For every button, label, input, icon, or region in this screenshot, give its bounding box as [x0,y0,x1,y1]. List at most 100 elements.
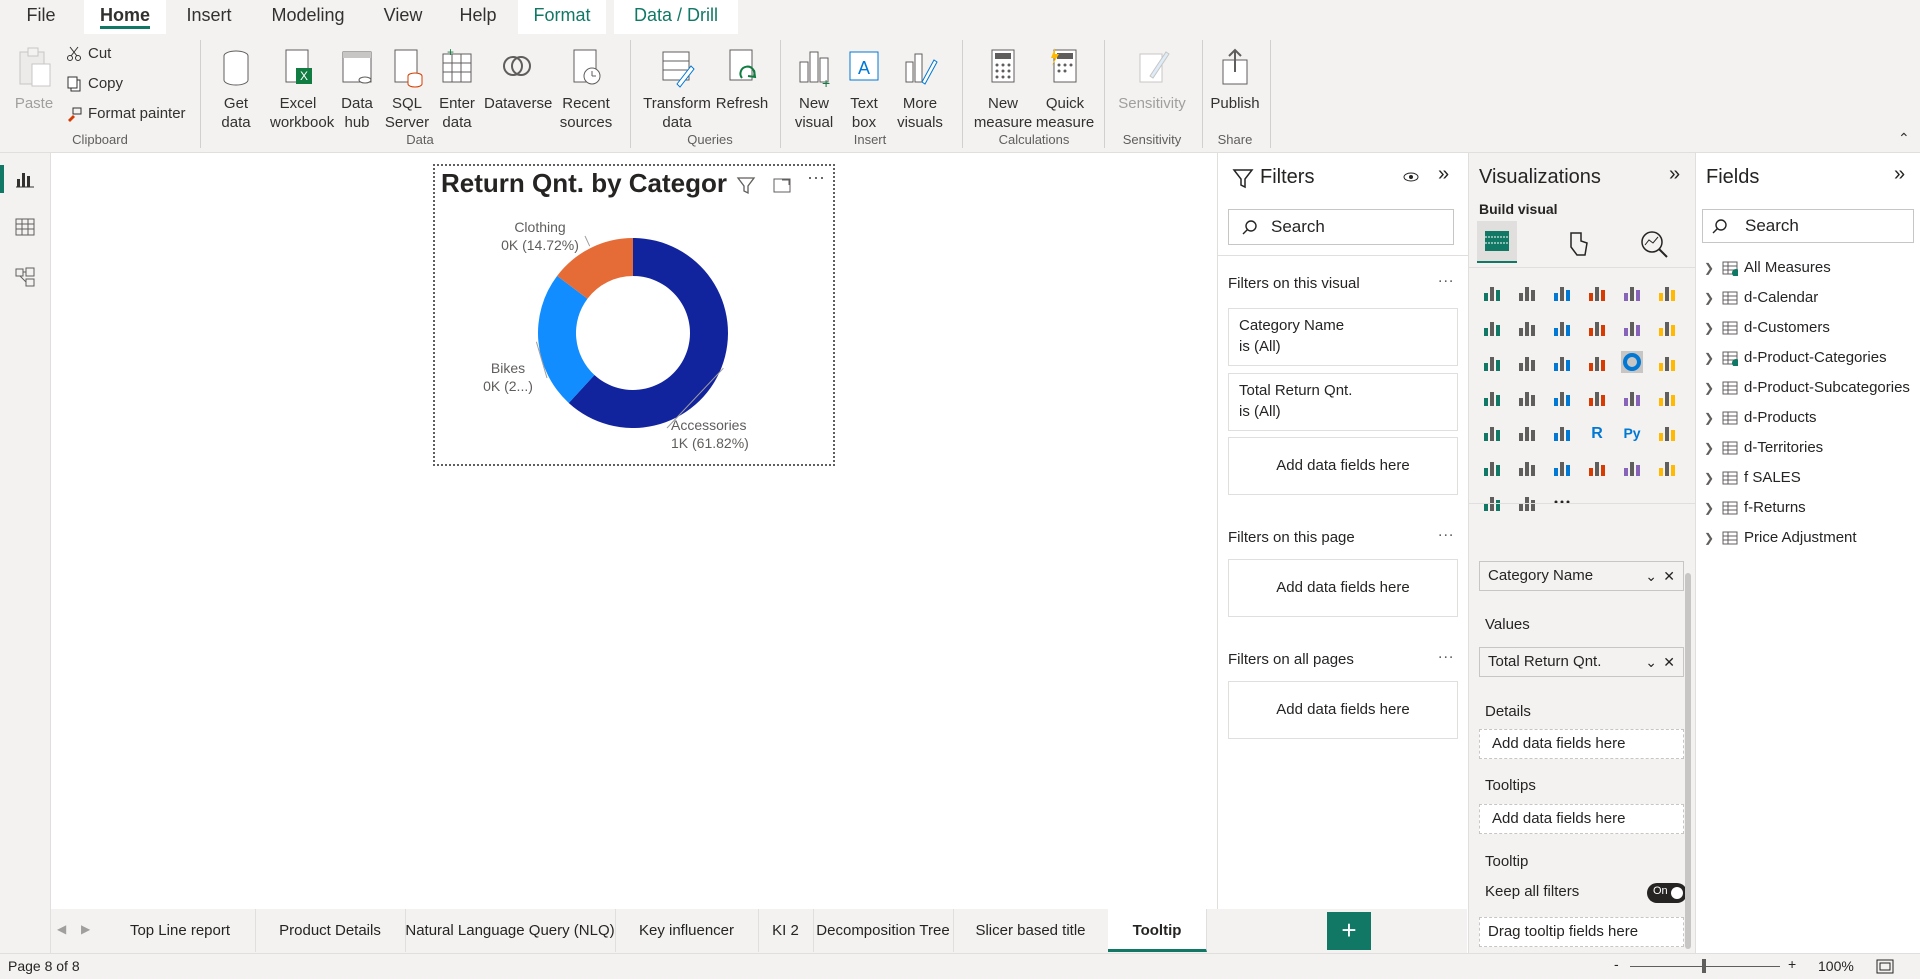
paste-button[interactable]: Paste [12,46,56,113]
donut-chart-visual[interactable]: Return Qnt. by Categor ⋯ Clothing 0K (14… [433,164,835,466]
new-visual-button[interactable]: + New visual [788,46,840,132]
new-measure-button[interactable]: New measure [972,46,1034,132]
menu-tab-help[interactable]: Help [450,0,506,34]
chevron-right-icon[interactable]: ❯ [1704,287,1718,309]
page-tab[interactable]: Top Line report [105,909,256,952]
filter-card-return-qnt[interactable]: Total Return Qnt. is (All) [1228,373,1458,431]
visual-type-icon[interactable] [1516,421,1538,443]
page-tab[interactable]: Key influencer [615,909,759,952]
field-table-item[interactable]: ❯ f SALES [1704,467,1801,489]
collapse-filters-icon[interactable]: » [1438,163,1449,186]
donut-chart-icon[interactable] [1621,351,1643,373]
field-table-item[interactable]: ❯ d-Calendar [1704,287,1818,309]
more-options-icon[interactable]: ... [1438,645,1454,663]
visual-type-icon[interactable] [1516,491,1538,513]
tooltips-field-well[interactable]: Add data fields here [1479,804,1684,834]
visual-type-icon[interactable] [1481,281,1503,303]
visual-type-icon[interactable] [1656,421,1678,443]
visual-type-icon[interactable] [1516,386,1538,408]
visual-type-icon[interactable] [1516,456,1538,478]
dataverse-button[interactable]: Dataverse [484,46,552,113]
visual-type-icon[interactable] [1481,351,1503,373]
close-icon[interactable]: ✕ [1663,562,1675,590]
excel-workbook-button[interactable]: X Excel workbook [270,46,334,132]
collapse-fields-icon[interactable]: » [1894,163,1905,186]
visual-type-icon[interactable] [1621,386,1643,408]
menu-tab-data-drill[interactable]: Data / Drill [614,0,738,34]
visual-type-icon[interactable] [1481,491,1503,513]
filters-search-input[interactable]: Search [1228,209,1454,245]
visual-type-icon[interactable] [1551,351,1573,373]
details-field-well[interactable]: Add data fields here [1479,729,1684,759]
menu-tab-file[interactable]: File [10,0,72,34]
page-tab[interactable]: Slicer based title [953,909,1109,952]
visual-type-icon[interactable] [1586,456,1608,478]
menu-tab-view[interactable]: View [368,0,438,34]
publish-button[interactable]: Publish [1208,46,1262,113]
sql-server-button[interactable]: SQL Server [384,46,430,132]
visual-type-icon[interactable] [1621,456,1643,478]
chevron-right-icon[interactable]: ❯ [1704,467,1718,489]
enter-data-button[interactable]: + Enter data [434,46,480,132]
visual-type-icon[interactable] [1621,281,1643,303]
zoom-out-button[interactable]: - [1614,956,1619,972]
visual-type-icon[interactable] [1551,386,1573,408]
visual-type-icon[interactable] [1656,316,1678,338]
chevron-right-icon[interactable]: ❯ [1704,497,1718,519]
eye-icon[interactable] [1402,169,1420,185]
sensitivity-button[interactable]: Sensitivity [1112,46,1192,113]
visual-type-icon[interactable] [1656,386,1678,408]
add-data-fields-page[interactable]: Add data fields here [1228,559,1458,617]
field-table-item[interactable]: ❯ All Measures [1704,257,1831,279]
visual-type-icon[interactable] [1481,421,1503,443]
build-visual-tab[interactable] [1477,221,1517,263]
visual-type-icon[interactable] [1481,456,1503,478]
menu-tab-insert[interactable]: Insert [172,0,246,34]
fields-search-input[interactable]: Search [1702,209,1914,243]
collapse-viz-icon[interactable]: » [1669,163,1680,186]
page-tab[interactable]: Product Details [255,909,406,952]
visual-type-icon[interactable] [1481,386,1503,408]
zoom-in-button[interactable]: + [1788,956,1796,972]
chevron-down-icon[interactable]: ⌄ [1645,648,1657,676]
menu-tab-modeling[interactable]: Modeling [260,0,356,34]
r-visual-icon[interactable]: R [1586,421,1608,443]
field-table-item[interactable]: ❯ f-Returns [1704,497,1806,519]
visual-type-icon[interactable] [1481,316,1503,338]
quick-measure-button[interactable]: Quick measure [1034,46,1096,132]
close-icon[interactable]: ✕ [1663,648,1675,676]
chevron-right-icon[interactable]: ❯ [1704,317,1718,339]
text-box-button[interactable]: A Text box [842,46,886,132]
legend-field-well[interactable]: Category Name ⌄ ✕ [1479,561,1684,591]
get-data-button[interactable]: Get data [208,46,264,132]
visual-type-icon[interactable] [1586,316,1608,338]
tab-scroll-right-icon[interactable]: ▶ [81,922,90,936]
more-options-icon[interactable]: ... [1438,523,1454,541]
chevron-right-icon[interactable]: ❯ [1704,437,1718,459]
visual-type-icon[interactable] [1516,316,1538,338]
data-hub-button[interactable]: Data hub [334,46,380,132]
table-view-icon[interactable] [15,217,35,237]
add-page-button[interactable]: + [1327,912,1371,950]
visual-type-icon[interactable] [1656,281,1678,303]
visual-type-icon[interactable] [1586,351,1608,373]
page-tab[interactable]: Tooltip [1108,909,1207,952]
recent-sources-button[interactable]: Recent sources [554,46,618,132]
menu-tab-home[interactable]: Home [84,0,166,34]
page-tab[interactable]: KI 2 [758,909,814,952]
field-table-item[interactable]: ❯ d-Territories [1704,437,1823,459]
visual-type-icon[interactable] [1656,351,1678,373]
filter-card-category[interactable]: Category Name is (All) [1228,308,1458,366]
visual-type-icon[interactable] [1551,421,1573,443]
keep-filters-toggle[interactable]: On [1647,883,1687,903]
scrollbar[interactable] [1685,573,1691,949]
chevron-right-icon[interactable]: ❯ [1704,377,1718,399]
visual-type-icon[interactable] [1516,351,1538,373]
visual-type-icon[interactable] [1551,456,1573,478]
fit-to-page-icon[interactable] [1876,959,1894,974]
chevron-right-icon[interactable]: ❯ [1704,347,1718,369]
refresh-button[interactable]: Refresh [714,46,770,113]
visual-type-icon[interactable] [1516,281,1538,303]
format-painter-button[interactable]: Format painter [66,101,186,127]
transform-data-button[interactable]: Transform data [640,46,714,132]
